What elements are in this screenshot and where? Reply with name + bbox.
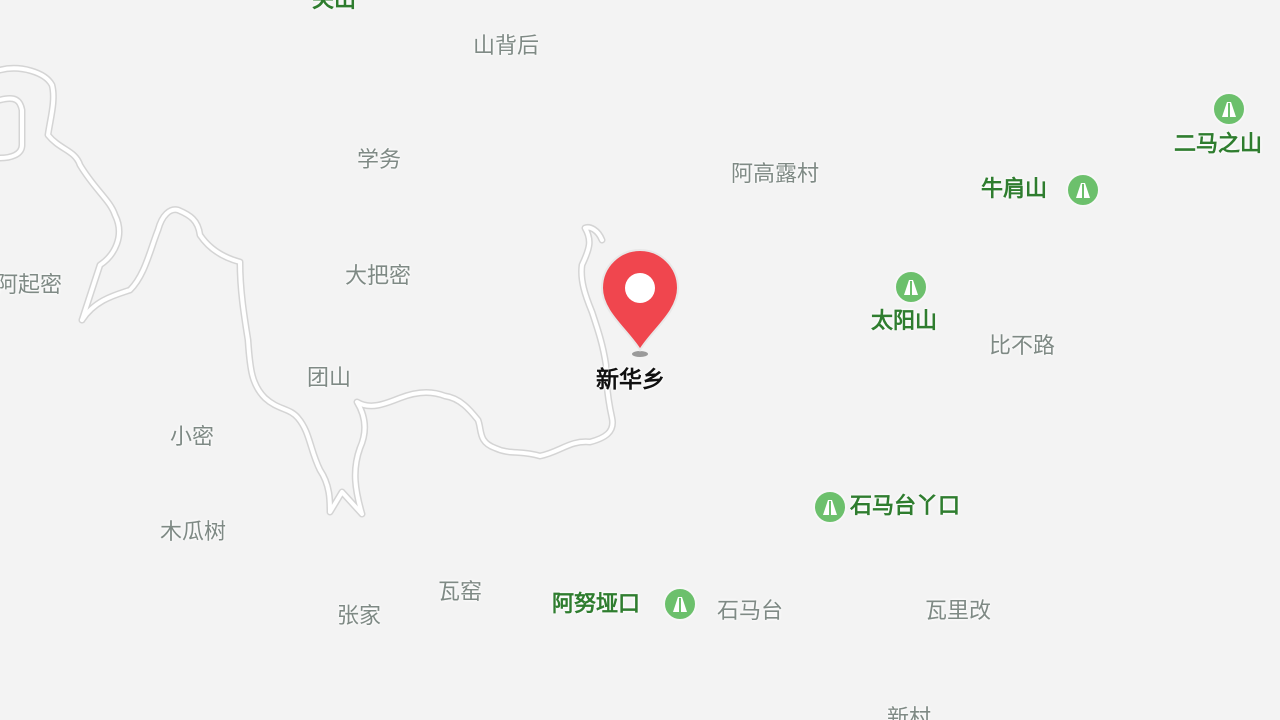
peak-label-anuyakou[interactable]: 阿努垭口: [552, 592, 640, 618]
village-label-biburu[interactable]: 比不路: [989, 334, 1055, 360]
mountain-icon[interactable]: [663, 587, 697, 621]
peak-label-taiyangshan[interactable]: 太阳山: [871, 309, 937, 335]
location-pin-icon[interactable]: [598, 246, 682, 360]
village-label-xincun[interactable]: 新村: [887, 706, 931, 720]
mountain-icon[interactable]: [1066, 173, 1100, 207]
village-label-zhangjia[interactable]: 张家: [337, 604, 381, 630]
mountain-icon[interactable]: [894, 270, 928, 304]
village-label-waligai[interactable]: 瓦里改: [925, 599, 991, 625]
peak-label-top-partial[interactable]: 关山: [312, 0, 356, 14]
village-label-wayao[interactable]: 瓦窑: [438, 580, 482, 606]
peak-label-shimataiyakou[interactable]: 石马台丫口: [850, 494, 960, 520]
mountain-icon[interactable]: [1212, 92, 1246, 126]
village-label-aqimi[interactable]: 阿起密: [0, 273, 62, 299]
map-canvas[interactable]: 关山 山背后 学务 阿高露村 大把密 阿起密 团山 比不路 小密 木瓜树 瓦窑 …: [0, 0, 1280, 720]
mountain-icon[interactable]: [813, 490, 847, 524]
village-label-tuanshan[interactable]: 团山: [307, 366, 351, 392]
peak-label-niujianshan[interactable]: 牛肩山: [981, 177, 1047, 203]
village-label-muguashu[interactable]: 木瓜树: [160, 520, 226, 546]
village-label-dabami[interactable]: 大把密: [345, 264, 411, 290]
village-label-shanbeihou[interactable]: 山背后: [473, 34, 539, 60]
village-label-agaolu[interactable]: 阿高露村: [731, 162, 819, 188]
peak-label-ermazhishan[interactable]: 二马之山: [1174, 132, 1262, 158]
village-label-xiaomi[interactable]: 小密: [170, 425, 214, 451]
road-central: [78, 206, 617, 518]
village-label-shimatai[interactable]: 石马台: [717, 599, 783, 625]
marker-label[interactable]: 新华乡: [596, 360, 665, 394]
village-label-xuewu[interactable]: 学务: [357, 148, 401, 174]
road-west-loop: [0, 94, 26, 162]
